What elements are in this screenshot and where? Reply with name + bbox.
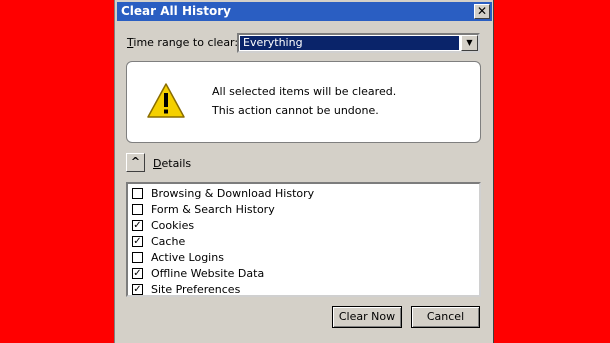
details-collapse-button[interactable]: ^	[126, 153, 145, 172]
dialog-title: Clear All History	[121, 4, 231, 18]
item-label: Cookies	[151, 219, 195, 232]
warning-text-line1: All selected items will be cleared.	[212, 85, 397, 98]
time-range-value: Everything	[240, 36, 459, 50]
close-icon[interactable]: ✕	[474, 4, 490, 19]
warning-text-line2: This action cannot be undone.	[212, 104, 379, 117]
checkbox-cache[interactable]: ✓	[132, 236, 143, 247]
clear-now-button[interactable]: Clear Now	[332, 306, 402, 328]
clear-history-dialog: Clear All History ✕ Time range to clear:…	[114, 0, 494, 343]
checkbox-site-preferences[interactable]: ✓	[132, 284, 143, 295]
details-label[interactable]: Details	[153, 157, 191, 170]
time-range-select[interactable]: Everything ▼	[237, 33, 480, 53]
item-label: Offline Website Data	[151, 267, 265, 280]
checkbox-form-history[interactable]	[132, 204, 143, 215]
chevron-down-icon[interactable]: ▼	[461, 35, 478, 51]
checkbox-active-logins[interactable]	[132, 252, 143, 263]
time-range-label: Time range to clear:	[127, 36, 239, 49]
checkbox-cookies[interactable]: ✓	[132, 220, 143, 231]
checkbox-browsing-history[interactable]	[132, 188, 143, 199]
warning-icon	[147, 83, 185, 118]
item-label: Form & Search History	[151, 203, 275, 216]
item-label: Active Logins	[151, 251, 224, 264]
item-label: Cache	[151, 235, 186, 248]
item-label: Site Preferences	[151, 283, 241, 296]
cancel-button[interactable]: Cancel	[411, 306, 480, 328]
checkbox-offline-data[interactable]: ✓	[132, 268, 143, 279]
warning-panel: All selected items will be cleared. This…	[126, 61, 481, 143]
dialog-titlebar[interactable]: Clear All History ✕	[117, 2, 492, 21]
item-label: Browsing & Download History	[151, 187, 315, 200]
history-items-list: Browsing & Download History Form & Searc…	[126, 182, 481, 297]
